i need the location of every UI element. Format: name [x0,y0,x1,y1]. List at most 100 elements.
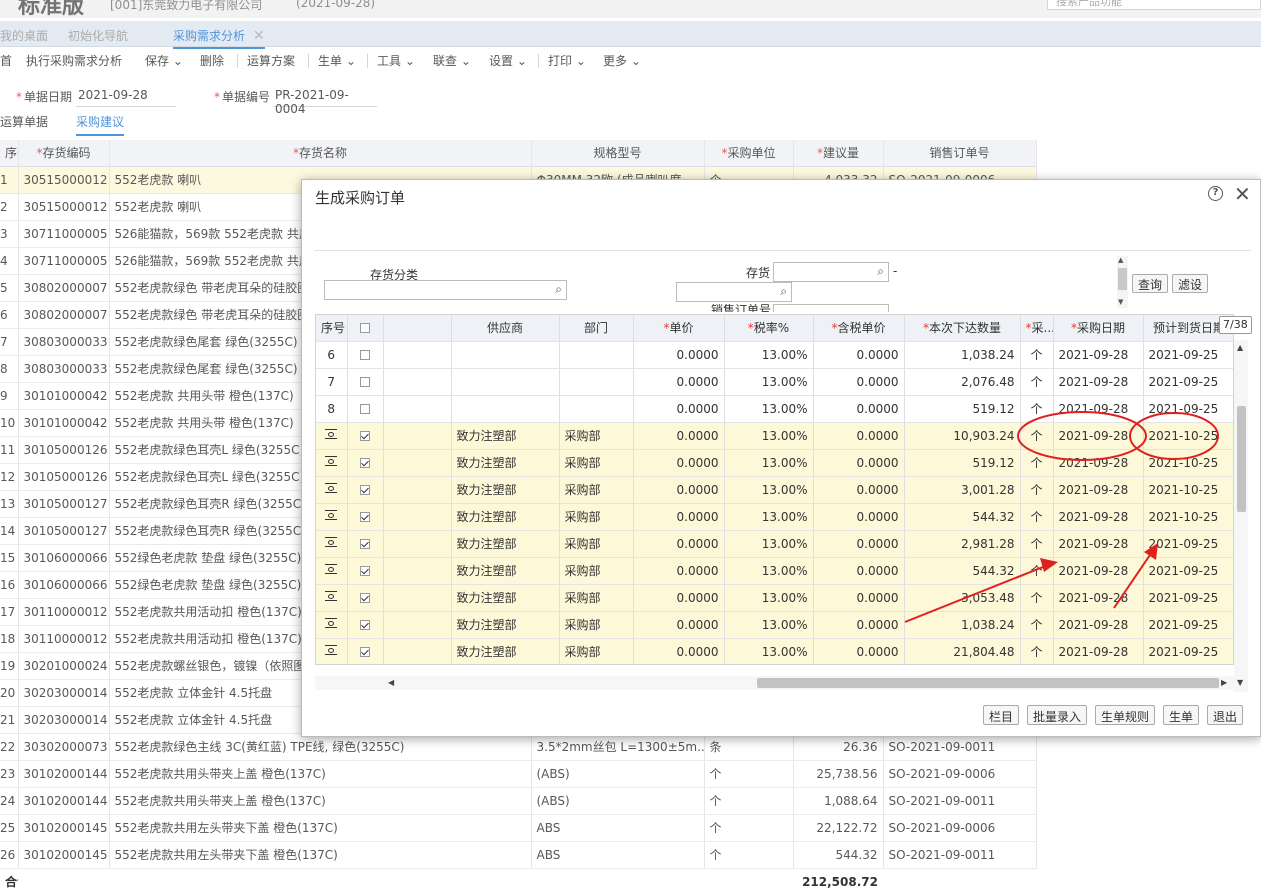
table-row[interactable]: 致力注塑部 采购部 0.0000 13.00% 0.0000 3,053.48 个 2021-… [316,584,1233,612]
qty-cell[interactable]: 3,001.28 [904,476,1021,504]
tax-rate-cell[interactable]: 13.00% [724,476,814,504]
table-row[interactable]: 致力注塑部 采购部 0.0000 13.00% 0.0000 1,038.24 个 2021-… [316,611,1233,639]
category-input[interactable]: ⌕ [324,280,567,300]
arrival-date-cell[interactable]: 2021-09-25 [1143,638,1233,664]
dept-cell[interactable]: 采购部 [559,584,634,612]
row-checkbox-cell[interactable] [347,368,384,396]
grid-vscroll-thumb[interactable] [1237,406,1246,512]
purchase-date-cell[interactable]: 2021-09-28 [1053,638,1144,664]
row-locate-icon[interactable] [325,428,338,440]
tax-price-cell[interactable]: 0.0000 [813,476,905,504]
close-icon[interactable]: ✕ [1234,182,1251,206]
dept-cell[interactable] [559,368,634,396]
tax-rate-cell[interactable]: 13.00% [724,611,814,639]
supplier-cell[interactable]: 致力注塑部 [451,476,560,504]
dept-cell[interactable]: 采购部 [559,638,634,664]
price-cell[interactable]: 0.0000 [633,584,725,612]
columns-button[interactable]: 栏目 [983,705,1020,725]
dept-cell[interactable]: 采购部 [559,611,634,639]
row-locate-icon[interactable] [325,590,338,602]
supplier-cell[interactable]: 致力注塑部 [451,422,560,450]
price-cell[interactable]: 0.0000 [633,530,725,558]
select-all-checkbox[interactable] [347,315,384,342]
tax-rate-cell[interactable]: 13.00% [724,341,814,369]
tax-price-cell[interactable]: 0.0000 [813,530,905,558]
table-row[interactable]: 致力注塑部 采购部 0.0000 13.00% 0.0000 3,001.28 个 2021-… [316,476,1233,504]
filter-scroll-thumb[interactable] [1118,268,1127,290]
row-locate-icon[interactable] [325,617,338,629]
supplier-cell[interactable] [451,368,560,396]
purchase-date-cell[interactable]: 2021-09-28 [1053,530,1144,558]
supplier-cell[interactable]: 致力注塑部 [451,530,560,558]
tax-price-cell[interactable]: 0.0000 [813,611,905,639]
row-checkbox-cell[interactable] [347,503,384,531]
qty-cell[interactable]: 519.12 [904,449,1021,477]
tax-price-cell[interactable]: 0.0000 [813,503,905,531]
inventory-from-input[interactable]: ⌕ [773,262,889,282]
table-row[interactable]: 致力注塑部 采购部 0.0000 13.00% 0.0000 519.12 个 2021-09… [316,449,1233,477]
tax-price-cell[interactable]: 0.0000 [813,341,905,369]
supplier-cell[interactable]: 致力注塑部 [451,449,560,477]
checkbox[interactable] [360,350,370,360]
checkbox[interactable] [360,593,370,603]
checkbox[interactable] [360,323,370,334]
supplier-cell[interactable]: 致力注塑部 [451,503,560,531]
price-cell[interactable]: 0.0000 [633,449,725,477]
batch-entry-button[interactable]: 批量录入 [1027,705,1088,725]
checkbox[interactable] [360,458,370,468]
supplier-cell[interactable] [451,395,560,423]
row-checkbox-cell[interactable] [347,584,384,612]
row-checkbox-cell[interactable] [347,530,384,558]
checkbox[interactable] [360,566,370,576]
table-row[interactable]: 致力注塑部 采购部 0.0000 13.00% 0.0000 544.32 个 2021-09… [316,503,1233,531]
row-checkbox-cell[interactable] [347,476,384,504]
column-header[interactable]: *单价 [633,315,725,342]
arrival-date-cell[interactable]: 2021-10-25 [1143,422,1233,450]
filter-scrollbar[interactable]: ▲ ▼ [1117,256,1128,308]
column-header[interactable]: *本次下达数量 [904,315,1021,342]
price-cell[interactable]: 0.0000 [633,341,725,369]
purchase-date-cell[interactable]: 2021-09-28 [1053,368,1144,396]
generate-order-button[interactable]: 生单 [1163,705,1200,725]
tax-rate-cell[interactable]: 13.00% [724,422,814,450]
table-row[interactable]: 致力注塑部 采购部 0.0000 13.00% 0.0000 21,804.48 个 2021… [316,638,1233,664]
column-header[interactable]: *采购日期 [1053,315,1144,342]
exit-button[interactable]: 退出 [1207,705,1244,725]
tax-price-cell[interactable]: 0.0000 [813,449,905,477]
checkbox[interactable] [360,539,370,549]
dept-cell[interactable]: 采购部 [559,476,634,504]
checkbox[interactable] [360,620,370,630]
purchase-date-cell[interactable]: 2021-09-28 [1053,422,1144,450]
arrival-date-cell[interactable]: 2021-09-25 [1143,584,1233,612]
tax-rate-cell[interactable]: 13.00% [724,395,814,423]
supplier-cell[interactable]: 致力注塑部 [451,638,560,664]
purchase-date-cell[interactable]: 2021-09-28 [1053,503,1144,531]
grid-horizontal-scrollbar[interactable]: ◀ ▶ [315,676,1234,690]
tax-price-cell[interactable]: 0.0000 [813,638,905,664]
scroll-up-icon[interactable]: ▲ [1118,256,1123,264]
table-row[interactable]: 致力注塑部 采购部 0.0000 13.00% 0.0000 544.32 个 2021-09… [316,557,1233,585]
tax-rate-cell[interactable]: 13.00% [724,530,814,558]
qty-cell[interactable]: 3,053.48 [904,584,1021,612]
qty-cell[interactable]: 10,903.24 [904,422,1021,450]
checkbox[interactable] [360,647,370,657]
help-icon[interactable]: ? [1208,186,1223,201]
tax-price-cell[interactable]: 0.0000 [813,584,905,612]
arrival-date-cell[interactable]: 2021-09-25 [1143,368,1233,396]
arrival-date-cell[interactable]: 2021-09-25 [1143,341,1233,369]
tax-price-cell[interactable]: 0.0000 [813,557,905,585]
price-cell[interactable]: 0.0000 [633,611,725,639]
tax-rate-cell[interactable]: 13.00% [724,368,814,396]
query-button[interactable]: 查询 [1132,274,1169,293]
purchase-date-cell[interactable]: 2021-09-28 [1053,476,1144,504]
qty-cell[interactable]: 519.12 [904,395,1021,423]
filter-settings-button[interactable]: 滤设 [1172,274,1209,293]
checkbox[interactable] [360,404,370,414]
qty-cell[interactable]: 1,038.24 [904,341,1021,369]
dept-cell[interactable]: 采购部 [559,422,634,450]
arrival-date-cell[interactable]: 2021-09-25 [1143,395,1233,423]
scroll-down-icon[interactable]: ▼ [1237,678,1243,687]
column-header[interactable]: 供应商 [451,315,560,342]
arrival-date-cell[interactable]: 2021-09-25 [1143,611,1233,639]
scroll-down-icon[interactable]: ▼ [1118,298,1123,306]
